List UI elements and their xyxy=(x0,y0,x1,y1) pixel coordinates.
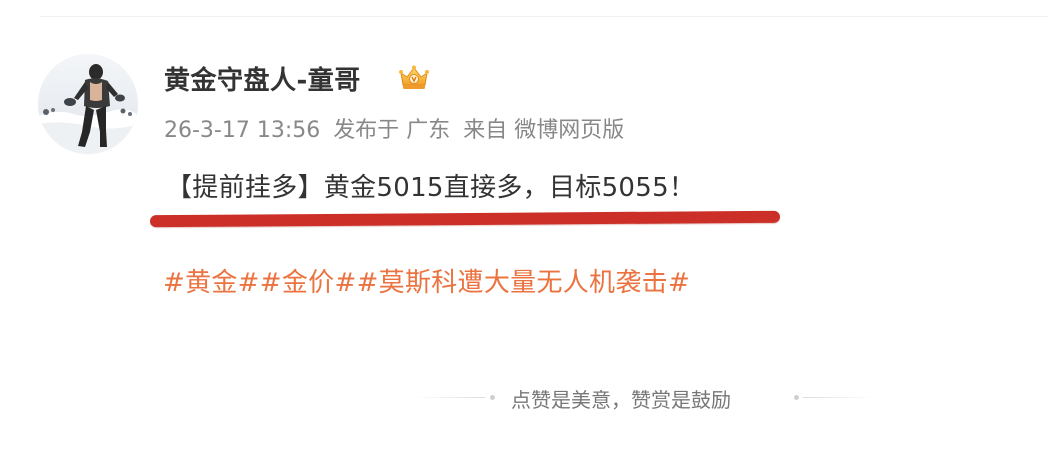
hashtag-gold[interactable]: #黄金# xyxy=(163,268,260,298)
reward-prompt-text: 点赞是美意，赞赏是鼓励 xyxy=(511,388,731,412)
divider xyxy=(803,397,875,398)
dot-icon xyxy=(794,395,799,400)
divider xyxy=(415,397,485,398)
post-source: 来自 微博网页版 xyxy=(463,118,625,143)
weibo-post-card: 黄金守盘人-童哥 26-3-17 13:56 发布于 广东 来自 微博网页版 【… xyxy=(0,0,1048,452)
hashtag-moscow-drone-attack[interactable]: #莫斯科遭大量无人机袭击# xyxy=(357,268,690,298)
dot-icon xyxy=(490,395,495,400)
author-name[interactable]: 黄金守盘人-童哥 xyxy=(164,60,361,97)
highlight-underline xyxy=(149,210,781,228)
post-location: 发布于 广东 xyxy=(333,118,451,143)
hashtag-gold-price[interactable]: #金价# xyxy=(260,268,357,298)
reward-prompt: 点赞是美意，赞赏是鼓励 xyxy=(415,384,875,414)
divider xyxy=(40,16,1048,17)
post-meta: 26-3-17 13:56 发布于 广东 来自 微博网页版 xyxy=(164,112,630,144)
hashtag-list: #黄金##金价##莫斯科遭大量无人机袭击# xyxy=(163,262,690,299)
post-timestamp[interactable]: 26-3-17 13:56 xyxy=(164,118,320,143)
avatar-photo xyxy=(38,54,138,154)
avatar[interactable] xyxy=(38,54,138,154)
vip-crown-icon[interactable] xyxy=(398,64,430,92)
post-text: 【提前挂多】黄金5015直接多，目标5055！ xyxy=(166,173,696,203)
